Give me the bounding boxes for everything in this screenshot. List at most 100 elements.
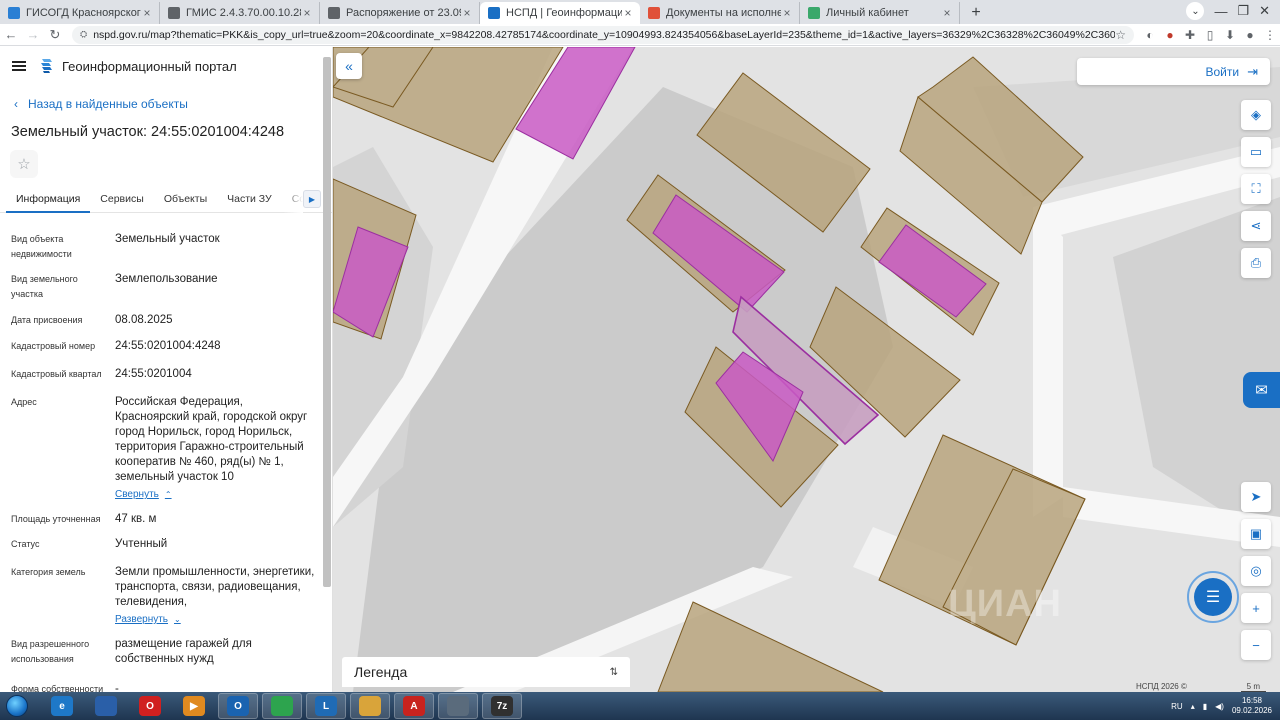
tab-parcel-parts[interactable]: Части ЗУ	[217, 187, 282, 213]
close-tab-icon[interactable]: ×	[622, 6, 634, 20]
taskbar-app[interactable]	[86, 693, 126, 719]
minimap-icon[interactable]: ▣	[1241, 519, 1271, 549]
acrobat-icon: A	[403, 696, 425, 716]
collapse-panel-button[interactable]: «	[336, 53, 362, 79]
menu-hamburger-icon[interactable]	[12, 61, 26, 71]
browser-tab[interactable]: Документы на исполнении×	[640, 2, 800, 24]
chrome-icon	[271, 696, 293, 716]
property-value: Земельный участок	[115, 233, 220, 245]
start-button[interactable]	[0, 693, 34, 719]
taskbar-app[interactable]: A	[394, 693, 434, 719]
property-key: Вид земельного участка	[11, 274, 78, 299]
site-info-icon[interactable]: ⛭	[80, 29, 87, 40]
extension-icon[interactable]: ●	[1160, 25, 1180, 45]
lync-icon: L	[315, 696, 337, 716]
close-tab-icon[interactable]: ×	[461, 6, 473, 20]
system-tray: RU ▴ ▮ ◀) 16:58 09.02.2026	[1171, 696, 1280, 716]
chat-bubble-icon: ☰	[1194, 578, 1232, 616]
property-value: Учтенный	[115, 538, 168, 550]
close-tab-icon[interactable]: ×	[301, 6, 313, 20]
land-category-text: Земли промышленности, энергетики, трансп…	[115, 566, 315, 608]
panel-scrollbar[interactable]	[323, 57, 331, 587]
browser-tab[interactable]: ГМИС 2.4.3.70.00.10.28 ×	[160, 2, 320, 24]
favorite-star-button[interactable]: ☆	[10, 150, 38, 178]
collapse-link[interactable]: Свернуть ⌃	[115, 487, 320, 502]
feedback-tab-icon[interactable]: ✉	[1243, 372, 1280, 408]
back-to-results-label: Назад в найденные объекты	[28, 97, 188, 111]
sidebar-icon[interactable]: ▯	[1200, 25, 1220, 45]
taskbar-app[interactable]: ▶	[174, 693, 214, 719]
print-icon[interactable]: ⎙	[1241, 248, 1271, 278]
minimize-button[interactable]: —	[1214, 4, 1227, 19]
property-value: размещение гаражей для собственных нужд	[115, 638, 252, 665]
taskbar-app[interactable]: e	[42, 693, 82, 719]
taskbar-app[interactable]: L	[306, 693, 346, 719]
legend-bar[interactable]: Легенда ⇅	[342, 657, 630, 687]
taskbar-app[interactable]	[350, 693, 390, 719]
geolocation-icon[interactable]: ◎	[1241, 556, 1271, 586]
tab-information[interactable]: Информация	[6, 187, 91, 213]
bookmark-star-icon[interactable]: ☆	[1115, 28, 1126, 42]
tab-objects[interactable]: Объекты	[154, 187, 217, 213]
extension-icon[interactable]: ◐	[1140, 25, 1160, 45]
browser-tab[interactable]: Личный кабинет ×	[800, 2, 960, 24]
download-icon[interactable]: ⬇	[1220, 25, 1240, 45]
new-tab-button[interactable]: +	[964, 2, 988, 24]
taskbar-app[interactable]	[262, 693, 302, 719]
tab-services[interactable]: Сервисы	[90, 187, 154, 213]
back-to-results-link[interactable]: ‹ Назад в найденные объекты	[14, 97, 188, 111]
ruler-icon[interactable]: ▭	[1241, 137, 1271, 167]
reload-icon[interactable]: ↻	[44, 25, 66, 45]
clock[interactable]: 16:58 09.02.2026	[1232, 696, 1272, 716]
zoom-out-button[interactable]: −	[1241, 630, 1271, 660]
windows-logo-icon	[6, 695, 28, 717]
tab-search-icon[interactable]: ⌄	[1186, 2, 1205, 20]
globe-favicon-icon	[328, 7, 340, 19]
taskbar-app[interactable]: O	[130, 693, 170, 719]
login-button[interactable]: Войти ⇥	[1077, 58, 1270, 85]
tab-title: ГМИС 2.4.3.70.00.10.28	[186, 7, 301, 19]
puzzle-icon[interactable]: ✚	[1180, 25, 1200, 45]
tab-title: ГИСОГД Красноярского края	[26, 7, 141, 19]
locate-icon[interactable]: ➤	[1241, 482, 1271, 512]
network-icon[interactable]: ▮	[1203, 702, 1207, 711]
close-window-button[interactable]: ✕	[1259, 3, 1270, 19]
share-icon[interactable]: ⋖	[1241, 211, 1271, 241]
taskbar-app[interactable]: 7z	[482, 693, 522, 719]
clock-time: 16:58	[1241, 696, 1262, 705]
address-text: Российская Федерация, Красноярский край,…	[115, 396, 308, 483]
property-key: Кадастровый квартал	[11, 369, 102, 379]
profile-icon[interactable]: ●	[1240, 25, 1260, 45]
volume-icon[interactable]: ◀)	[1215, 702, 1224, 711]
layers-icon[interactable]: ◈	[1241, 100, 1271, 130]
menu-dots-icon[interactable]: ⋮	[1260, 25, 1280, 45]
tab-title: НСПД | Геоинформационный п	[506, 7, 622, 19]
browser-tab[interactable]: НСПД | Геоинформационный п×	[480, 2, 640, 24]
back-arrow-icon[interactable]: ←	[0, 25, 22, 45]
browser-tab[interactable]: Распоряжение от 23.09.2024 №×	[320, 2, 480, 24]
tray-arrow-icon[interactable]: ▴	[1191, 702, 1195, 711]
nspd-favicon-icon	[488, 7, 500, 19]
screen-select-icon[interactable]: ⛶	[1241, 174, 1271, 204]
close-tab-icon[interactable]: ×	[781, 6, 793, 20]
7zip-icon: 7z	[491, 696, 513, 716]
zoom-in-button[interactable]: +	[1241, 593, 1271, 623]
tabs-scroll-right-icon[interactable]: ▶	[303, 190, 321, 208]
browser-tab[interactable]: ГИСОГД Красноярского края×	[0, 2, 160, 24]
language-indicator[interactable]: RU	[1171, 702, 1183, 711]
expand-collapse-icon[interactable]: ⇅	[610, 667, 618, 678]
property-key: Вид разрешенного использования	[11, 639, 90, 664]
expand-link[interactable]: Развернуть ⌄	[115, 612, 320, 627]
chat-button[interactable]: ☰	[1187, 571, 1239, 623]
expand-label: Развернуть	[115, 614, 169, 625]
close-tab-icon[interactable]: ×	[941, 6, 953, 20]
forward-arrow-icon[interactable]: →	[22, 25, 44, 45]
taskbar-app[interactable]: O	[218, 693, 258, 719]
maximize-button[interactable]: ❐	[1237, 3, 1249, 19]
close-tab-icon[interactable]: ×	[141, 6, 153, 20]
property-key: Кадастровый номер	[11, 341, 96, 351]
object-tabs: Информация Сервисы Объекты Части ЗУ Сост…	[0, 187, 332, 213]
map-canvas[interactable]: ЦИАН	[333, 47, 1280, 692]
address-bar[interactable]: ⛭ nspd.gov.ru/map?thematic=PKK&is_copy_u…	[72, 25, 1134, 44]
taskbar-app[interactable]	[438, 693, 478, 719]
